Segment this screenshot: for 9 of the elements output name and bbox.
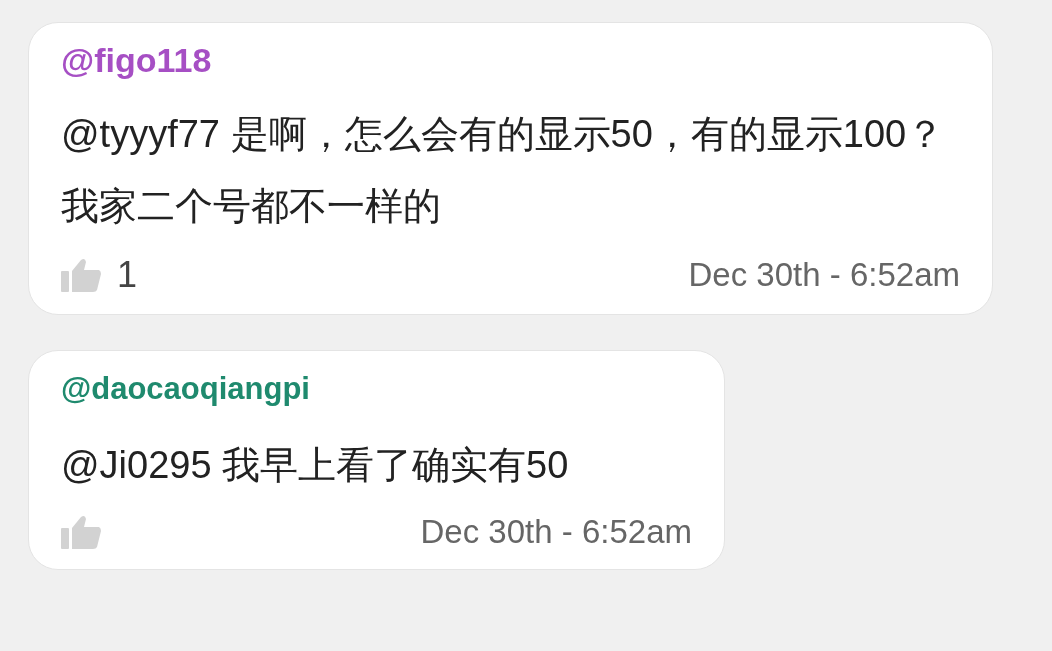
thumbs-up-icon[interactable] xyxy=(61,515,101,549)
comment-text: @Ji0295 我早上看了确实有50 xyxy=(61,443,570,488)
thumbs-up-icon[interactable] xyxy=(61,258,101,292)
comment-date: Dec 30th - 6:52am xyxy=(688,256,960,294)
comment-date: Dec 30th - 6:52am xyxy=(420,513,692,551)
username[interactable]: @daocaoqiangpi xyxy=(61,371,692,407)
comment-text: @tyyyf77 是啊，怎么会有的显示50，有的显示100？我家二个号都不一样的 xyxy=(61,112,946,229)
like-count: 1 xyxy=(117,254,138,296)
username[interactable]: @figo118 xyxy=(61,41,960,80)
